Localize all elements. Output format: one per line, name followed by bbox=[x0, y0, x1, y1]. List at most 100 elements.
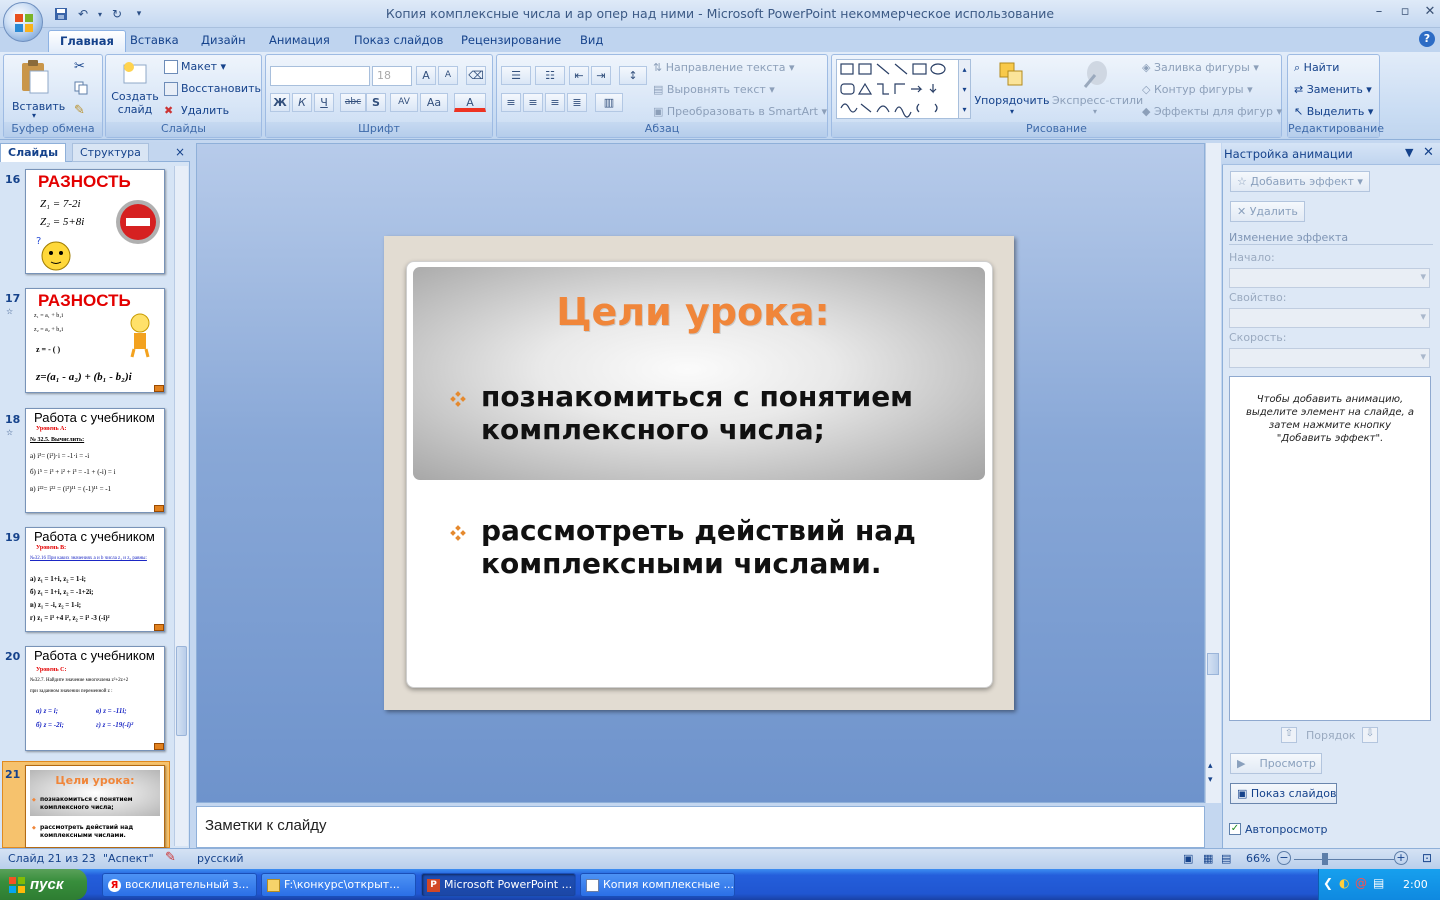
slideshow-view-icon[interactable]: ▤ bbox=[1221, 852, 1231, 865]
office-button[interactable] bbox=[3, 2, 43, 42]
align-text-button[interactable]: ▤ Выровнять текст ▾ bbox=[653, 83, 775, 96]
customize-qat-icon[interactable]: ▾ bbox=[130, 5, 148, 23]
shapes-gallery-scroll[interactable]: ▴ ▾ ▾ bbox=[958, 59, 971, 119]
clear-format-icon[interactable]: ⌫ bbox=[466, 66, 486, 85]
close-button[interactable]: ✕ bbox=[1417, 4, 1440, 22]
pane-close-icon[interactable]: ✕ bbox=[1423, 145, 1434, 160]
spellcheck-icon[interactable]: ✎ bbox=[165, 850, 176, 865]
slide-scroll-thumb[interactable] bbox=[1207, 653, 1219, 675]
tab-slides-pane[interactable]: Слайды bbox=[0, 143, 67, 162]
tab-animation[interactable]: Анимация bbox=[258, 30, 341, 52]
slide-thumbnail-21[interactable]: Цели урока: познакомиться с понятием ком… bbox=[25, 765, 165, 848]
decrease-indent-icon[interactable]: ⇤ bbox=[569, 66, 589, 85]
find-button[interactable]: ⌕ Найти bbox=[1294, 61, 1339, 75]
zoom-in-icon[interactable]: + bbox=[1394, 851, 1408, 865]
slide-title[interactable]: Цели урока: bbox=[413, 290, 973, 334]
grow-font-icon[interactable]: A bbox=[416, 66, 436, 85]
tab-design[interactable]: Дизайн bbox=[190, 30, 257, 52]
arrange-button[interactable]: Упорядочить ▾ bbox=[974, 59, 1050, 116]
bullets-icon[interactable]: ☰ bbox=[501, 66, 531, 85]
shape-outline-button[interactable]: ◇ Контур фигуры ▾ bbox=[1142, 83, 1253, 96]
font-name-combo[interactable] bbox=[270, 66, 370, 86]
quick-styles-button[interactable]: Экспресс-стили ▾ bbox=[1052, 59, 1143, 116]
smartart-button[interactable]: ▣ Преобразовать в SmartArt ▾ bbox=[653, 105, 827, 118]
slide-scrollbar[interactable]: ▴ ▾ bbox=[1205, 143, 1221, 803]
zoom-slider[interactable] bbox=[1294, 859, 1394, 860]
tab-outline-pane[interactable]: Структура bbox=[72, 143, 149, 162]
font-size-combo[interactable]: 18 bbox=[372, 66, 412, 86]
slide-thumbnail-19[interactable]: Работа с учебником Уровень В: №32.16 При… bbox=[25, 527, 165, 632]
tray-network-icon[interactable]: ▤ bbox=[1373, 876, 1384, 890]
task-button-document[interactable]: Копия комплексные ... bbox=[580, 873, 735, 897]
next-slide-icon[interactable]: ▾ bbox=[1208, 775, 1213, 785]
tray-mail-icon[interactable]: @ bbox=[1355, 876, 1367, 890]
move-up-icon[interactable]: ⇧ bbox=[1281, 727, 1297, 743]
property-select[interactable] bbox=[1229, 308, 1430, 328]
change-case-button[interactable]: Aa bbox=[420, 93, 448, 112]
add-effect-button[interactable]: ☆ Добавить эффект ▾ bbox=[1230, 171, 1370, 192]
cut-icon[interactable]: ✂ bbox=[74, 59, 85, 74]
shape-effects-button[interactable]: ◆ Эффекты для фигур ▾ bbox=[1142, 105, 1282, 118]
maximize-button[interactable]: ▫ bbox=[1392, 4, 1418, 22]
select-button[interactable]: ↖ Выделить ▾ bbox=[1294, 105, 1373, 118]
normal-view-icon[interactable]: ▣ bbox=[1183, 852, 1193, 865]
align-right-icon[interactable]: ≡ bbox=[545, 93, 565, 112]
tab-review[interactable]: Рецензирование bbox=[450, 30, 572, 52]
prev-slide-icon[interactable]: ▴ bbox=[1208, 761, 1213, 771]
format-painter-icon[interactable]: ✎ bbox=[74, 103, 85, 118]
preview-button[interactable]: ▶ Просмотр bbox=[1230, 753, 1322, 774]
start-select[interactable] bbox=[1229, 268, 1430, 288]
font-color-button[interactable]: A bbox=[454, 93, 486, 112]
language-indicator[interactable]: русский bbox=[197, 852, 244, 865]
tab-insert[interactable]: Вставка bbox=[119, 30, 190, 52]
zoom-slider-thumb[interactable] bbox=[1322, 853, 1328, 865]
justify-icon[interactable]: ≣ bbox=[567, 93, 587, 112]
minimize-button[interactable]: – bbox=[1366, 4, 1392, 22]
tab-home[interactable]: Главная bbox=[48, 30, 126, 52]
numbering-icon[interactable]: ☷ bbox=[535, 66, 565, 85]
tray-expand-icon[interactable]: ❮ bbox=[1323, 876, 1333, 890]
layout-button[interactable]: Макет ▾ bbox=[164, 60, 226, 74]
reset-button[interactable]: Восстановить bbox=[164, 82, 261, 96]
remove-effect-button[interactable]: ✕ Удалить bbox=[1230, 201, 1305, 222]
shrink-font-icon[interactable]: A bbox=[438, 66, 458, 85]
slides-pane-scroll-thumb[interactable] bbox=[176, 646, 187, 736]
bold-button[interactable]: Ж bbox=[270, 93, 290, 112]
underline-button[interactable]: Ч bbox=[314, 93, 334, 112]
italic-button[interactable]: К bbox=[292, 93, 312, 112]
help-icon[interactable]: ? bbox=[1419, 31, 1435, 47]
strikethrough-button[interactable]: abc bbox=[340, 93, 366, 112]
task-button-folder[interactable]: F:\конкурс\открыт... bbox=[261, 873, 416, 897]
sorter-view-icon[interactable]: ▦ bbox=[1203, 852, 1213, 865]
zoom-out-icon[interactable]: − bbox=[1277, 851, 1291, 865]
slide-bullet-1[interactable]: познакомиться с понятием комплексного чи… bbox=[481, 380, 951, 446]
columns-icon[interactable]: ▥ bbox=[595, 93, 623, 112]
slide-bullet-2[interactable]: рассмотреть действий над комплексными чи… bbox=[481, 514, 951, 580]
speed-select[interactable] bbox=[1229, 348, 1430, 368]
close-pane-icon[interactable]: × bbox=[168, 143, 192, 162]
new-slide-button[interactable]: Создать слайд bbox=[110, 59, 160, 116]
align-center-icon[interactable]: ≡ bbox=[523, 93, 543, 112]
slides-pane-scrollbar[interactable] bbox=[174, 166, 188, 846]
start-button[interactable]: пуск bbox=[0, 869, 87, 900]
slide-thumbnail-16[interactable]: РАЗНОСТЬ Z₁ = 7-2i Z₂ = 5+8i ? bbox=[25, 169, 165, 274]
move-down-icon[interactable]: ⇩ bbox=[1362, 727, 1378, 743]
tab-view[interactable]: Вид bbox=[569, 30, 614, 52]
copy-icon[interactable] bbox=[74, 81, 88, 98]
char-spacing-button[interactable]: AV bbox=[390, 93, 418, 112]
slide-thumbnail-20[interactable]: Работа с учебником Уровень С: №32.7. Най… bbox=[25, 646, 165, 751]
slide-thumbnail-17[interactable]: РАЗНОСТЬ z₁ = a₁ + b₁i z₂ = a₂ + b₂i z =… bbox=[25, 288, 165, 393]
tab-slideshow[interactable]: Показ слайдов bbox=[343, 30, 454, 52]
save-icon[interactable] bbox=[52, 5, 70, 23]
fit-to-window-icon[interactable]: ⊡ bbox=[1422, 851, 1432, 865]
tray-app-icon[interactable]: ◐ bbox=[1339, 876, 1349, 890]
pane-menu-icon[interactable]: ▼ bbox=[1405, 146, 1413, 159]
paste-button[interactable]: Вставить ▾ bbox=[12, 59, 65, 120]
undo-dropdown-icon[interactable]: ▾ bbox=[96, 5, 104, 23]
shape-fill-button[interactable]: ◈ Заливка фигуры ▾ bbox=[1142, 61, 1259, 74]
task-button-browser[interactable]: Я восклицательный з... bbox=[102, 873, 257, 897]
task-button-powerpoint[interactable]: P Microsoft PowerPoint ... bbox=[421, 873, 576, 897]
increase-indent-icon[interactable]: ⇥ bbox=[591, 66, 611, 85]
zoom-level[interactable]: 66% bbox=[1246, 852, 1270, 865]
line-spacing-icon[interactable]: ↕ bbox=[619, 66, 647, 85]
